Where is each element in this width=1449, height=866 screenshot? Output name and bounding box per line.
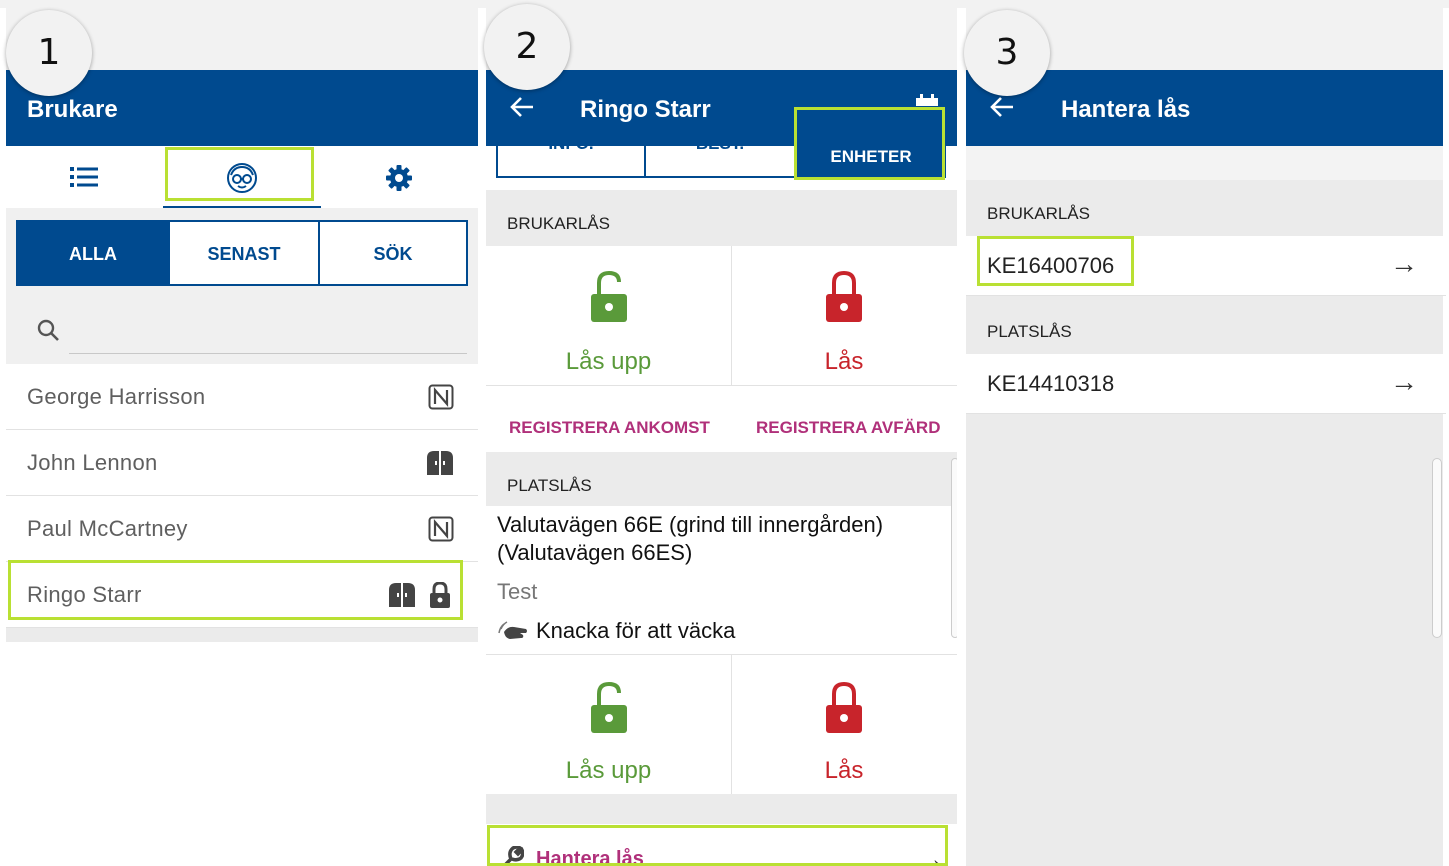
lock-icon [428, 581, 454, 608]
site-locks-header: PLATSLÅS [966, 296, 1443, 354]
side-peek-edge [951, 458, 957, 638]
search-input[interactable] [69, 318, 467, 354]
lock-button[interactable]: Lås [731, 246, 957, 386]
filter-search-button[interactable]: SÖK [318, 222, 466, 286]
user-lock-controls: Lås upp Lås [486, 246, 957, 386]
manage-locks-label: Hantera lås [536, 848, 644, 866]
user-row[interactable]: Ringo Starr [6, 562, 478, 628]
unlock-button[interactable]: Lås upp [486, 246, 732, 386]
back-arrow-icon[interactable] [510, 96, 534, 118]
site-lock-button[interactable]: Lås [731, 655, 957, 795]
user-row[interactable]: Paul McCartney [6, 496, 478, 562]
side-peek-edge [1432, 458, 1442, 638]
user-name: Paul McCartney [27, 516, 188, 541]
panel-manage-locks: Hantera lås BRUKARLÅS KE16400706 → PLATS… [966, 8, 1446, 866]
knock-hand-icon [498, 620, 528, 642]
lock-id: KE16400706 [987, 253, 1115, 278]
top-strip [0, 0, 1449, 8]
spacer [966, 146, 1443, 180]
tab-info-label: INFO. [548, 142, 594, 153]
door-icon [426, 450, 453, 476]
arrow-right-icon: → [1390, 366, 1418, 397]
nfc-icon [428, 384, 454, 410]
list-icon[interactable] [70, 166, 98, 188]
lock-id: KE14410318 [987, 371, 1115, 396]
lock-icon [825, 270, 863, 324]
filter-all-button[interactable]: ALLA [18, 222, 168, 286]
knock-label: Knacka för att väcka [536, 618, 736, 643]
tab-info[interactable]: INFO. [496, 142, 646, 178]
step-number: 3 [964, 10, 1050, 96]
user-name: George Harrisson [27, 384, 206, 409]
section-label: PLATSLÅS [507, 476, 592, 495]
arrow-right-icon: → [918, 844, 944, 866]
unlock-icon [590, 270, 628, 324]
site-locks-header: PLATSLÅS [486, 462, 957, 506]
wrench-icon [498, 845, 525, 866]
user-name: Ringo Starr [27, 582, 142, 607]
lock-icon [825, 681, 863, 735]
site-lock-info: Valutavägen 66E (grind till innergården)… [486, 506, 957, 656]
site-note: Test [497, 579, 538, 604]
unlock-label: Lås upp [565, 757, 652, 784]
page-title: Hantera lås [1061, 96, 1191, 123]
unlock-icon [590, 681, 628, 735]
list-footer [6, 628, 478, 642]
unlock-label: Lås upp [565, 348, 652, 375]
gear-icon[interactable] [386, 165, 412, 191]
lock-label: Lås [824, 348, 864, 375]
divider [486, 452, 957, 462]
tab-best[interactable]: BEST. [646, 142, 796, 178]
register-departure-link[interactable]: REGISTRERA AVFÄRD [756, 418, 941, 438]
tab-best-label: BEST. [695, 142, 745, 153]
panel-brukare: Brukare ALLA SENAST SÖK George Harrisson… [6, 8, 478, 866]
nfc-icon [428, 516, 454, 542]
senior-face-icon[interactable] [226, 162, 258, 194]
section-label: BRUKARLÅS [987, 204, 1090, 223]
step-number: 2 [484, 4, 570, 90]
register-arrival-link[interactable]: REGISTRERA ANKOMST [509, 418, 710, 438]
user-row[interactable]: George Harrisson [6, 364, 478, 430]
manage-locks-row[interactable]: Hantera lås → [486, 824, 957, 866]
lock-label: Lås [824, 757, 864, 784]
panel-user-detail: Ringo Starr INFO. BEST. ENHETER BRUKARLÅ… [486, 8, 957, 866]
step-number: 1 [6, 10, 92, 96]
back-arrow-icon[interactable] [990, 96, 1014, 118]
page-title: Ringo Starr [580, 96, 711, 123]
user-name: John Lennon [27, 450, 158, 475]
section-label: BRUKARLÅS [507, 214, 610, 233]
site-lock-controls: Lås upp Lås [486, 654, 957, 795]
site-unlock-button[interactable]: Lås upp [486, 655, 732, 795]
divider [486, 794, 957, 824]
site-address: Valutavägen 66E (grind till innergården)… [497, 512, 884, 565]
user-lock-row[interactable]: KE16400706 → [966, 236, 1446, 296]
door-icon [388, 582, 415, 608]
arrow-right-icon: → [1390, 248, 1418, 279]
section-label: PLATSLÅS [987, 322, 1072, 341]
page-title: Brukare [27, 96, 118, 123]
user-row[interactable]: John Lennon [6, 430, 478, 496]
tab-units-label: ENHETER [830, 147, 912, 166]
search-icon [36, 318, 60, 342]
user-locks-header: BRUKARLÅS [966, 180, 1443, 236]
site-lock-row[interactable]: KE14410318 → [966, 354, 1446, 414]
tab-bar: INFO. BEST. ENHETER [486, 106, 957, 190]
icon-tab-bar [6, 146, 478, 209]
user-locks-header: BRUKARLÅS [486, 190, 957, 246]
filter-segment: ALLA SENAST SÖK [16, 220, 468, 286]
tab-units[interactable]: ENHETER [796, 106, 946, 178]
filter-recent-button[interactable]: SENAST [168, 222, 318, 286]
